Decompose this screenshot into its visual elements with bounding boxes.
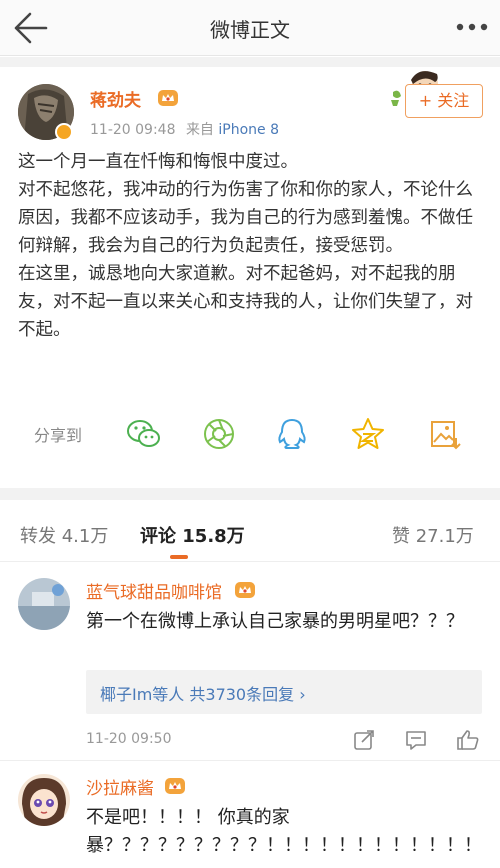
post-source[interactable]: iPhone 8: [218, 122, 279, 138]
post-meta: 11-20 09:48 来自 iPhone 8: [90, 119, 279, 139]
tab-repost[interactable]: 转发 4.1万: [20, 522, 108, 548]
comment-text: 不是吧！！！！ 你真的家暴？？？？？？？？？！！！！！！！！！！！！: [86, 807, 482, 856]
comment-text: 第一个在微博上承认自己家暴的男明星吧？？？: [86, 611, 464, 632]
comment-avatar[interactable]: [18, 578, 70, 630]
share-label: 分享到: [34, 426, 83, 445]
page-title: 微博正文: [210, 18, 290, 42]
comment-time: 11-20 09:50: [86, 731, 172, 747]
comment-divider: [0, 760, 500, 761]
save-image-icon[interactable]: [424, 414, 464, 454]
section-gap: [0, 488, 500, 500]
post-time: 11-20 09:48: [90, 122, 176, 138]
interaction-tabs: 转发 4.1万 评论 15.8万 赞 27.1万: [0, 500, 500, 562]
wechat-icon[interactable]: [124, 414, 164, 454]
follow-button[interactable]: + 关注: [405, 84, 483, 118]
moments-icon[interactable]: [199, 414, 239, 454]
post-source-prefix: 来自: [185, 122, 214, 138]
nav-bar: 微博正文: [0, 0, 500, 56]
replies-preview[interactable]: 椰子Im等人 共3730条回复 ›: [86, 670, 482, 714]
more-dots-icon: [456, 23, 488, 31]
post-paragraph: 这一个月一直在忏悔和悔恨中度过。: [18, 152, 298, 172]
share-bar: 分享到: [0, 408, 500, 456]
avatar-image: [18, 578, 70, 630]
vip-crown-icon: [235, 582, 255, 598]
active-tab-indicator: [170, 555, 188, 559]
vip-crown-icon: [158, 90, 178, 106]
qzone-icon[interactable]: [348, 414, 388, 454]
more-button[interactable]: [454, 16, 490, 38]
vip-crown-icon: [165, 778, 185, 794]
post-paragraph: 对不起悠花，我冲动的行为伤害了你和你的家人，不论什么原因，我都不应该动手，我为自…: [18, 180, 473, 256]
qq-icon[interactable]: [272, 414, 312, 454]
like-icon[interactable]: [456, 728, 480, 752]
avatar-image: [18, 774, 70, 826]
post-paragraph: 在这里，诚恳地向大家道歉。对不起爸妈，对不起我的朋友，对不起一直以来关心和支持我…: [18, 264, 473, 340]
commenter-name[interactable]: 沙拉麻酱: [86, 774, 154, 799]
post-content: 这一个月一直在忏悔和悔恨中度过。 对不起悠花，我冲动的行为伤害了你和你的家人，不…: [18, 148, 486, 344]
repost-icon[interactable]: [352, 728, 376, 752]
tab-comment[interactable]: 评论 15.8万: [140, 522, 245, 548]
tab-like[interactable]: 赞 27.1万: [392, 522, 474, 548]
reply-icon[interactable]: [404, 728, 428, 752]
commenter-name[interactable]: 蓝气球甜品咖啡馆: [86, 578, 222, 603]
comment-avatar[interactable]: [18, 774, 70, 826]
verified-badge-icon: [55, 123, 73, 141]
replies-link[interactable]: 椰子Im等人 共3730条回复 ›: [100, 681, 306, 705]
author-name[interactable]: 蒋劲夫: [90, 86, 141, 111]
